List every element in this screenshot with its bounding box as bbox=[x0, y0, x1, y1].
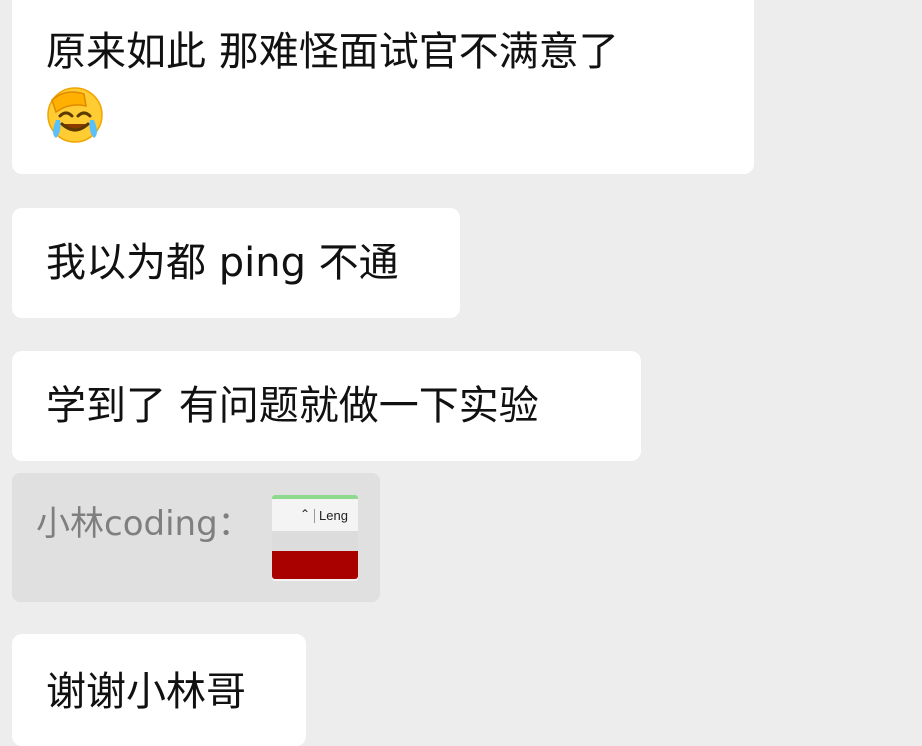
thumbnail-top-bar bbox=[272, 495, 358, 499]
message-bubble[interactable]: 学到了 有问题就做一下实验 bbox=[12, 351, 641, 461]
message-bubble[interactable]: 谢谢小林哥 bbox=[12, 634, 306, 746]
thumbnail-toolbar: ⌃ Leng bbox=[272, 507, 358, 525]
thumbnail-highlight-row bbox=[272, 551, 358, 579]
message-text: 我以为都 ping 不通 bbox=[46, 240, 399, 286]
quoted-reply[interactable]: 小林coding： ⌃ Leng bbox=[12, 473, 380, 602]
thumbnail-row bbox=[272, 531, 358, 551]
message-text: 学到了 有问题就做一下实验 bbox=[46, 383, 539, 429]
message-text: 原来如此 那难怪面试官不满意了 bbox=[46, 29, 619, 75]
quoted-sender: 小林coding： bbox=[36, 504, 252, 544]
message-text: 谢谢小林哥 bbox=[46, 669, 246, 715]
divider bbox=[314, 509, 315, 523]
message-bubble[interactable]: 原来如此 那难怪面试官不满意了 bbox=[12, 0, 754, 174]
thumbnail-label: Leng bbox=[319, 508, 348, 523]
chat-window: 原来如此 那难怪面试官不满意了 我以为都 ping 不通 学到了 有问题就做一下… bbox=[0, 0, 922, 746]
quoted-image-thumbnail[interactable]: ⌃ Leng bbox=[272, 495, 358, 581]
message-bubble[interactable]: 我以为都 ping 不通 bbox=[12, 208, 460, 318]
face-palm-tears-emoji-icon bbox=[46, 86, 104, 144]
caret-up-icon: ⌃ bbox=[300, 507, 311, 521]
